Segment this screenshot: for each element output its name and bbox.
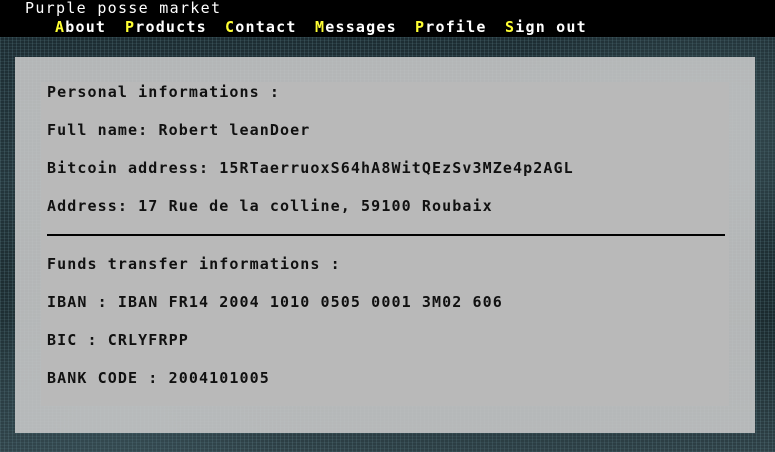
nav-contact[interactable]: Contact	[225, 18, 297, 36]
personal-info-heading: Personal informations :	[47, 83, 281, 101]
nav-about-label: bout	[65, 18, 107, 36]
iban: IBAN : IBAN FR14 2004 1010 0505 0001 3M0…	[47, 293, 503, 311]
nav-profile-label: rofile	[425, 18, 487, 36]
nav-products-label: roducts	[135, 18, 207, 36]
nav-messages-initial: M	[315, 18, 326, 36]
nav-sign-out[interactable]: Sign out	[505, 18, 587, 36]
main-nav: About Products Contact Messages Profile …	[0, 18, 775, 36]
section-divider	[47, 234, 725, 236]
nav-sign-out-label: ign out	[515, 18, 587, 36]
nav-contact-initial: C	[225, 18, 236, 36]
nav-profile[interactable]: Profile	[415, 18, 487, 36]
top-bar: Purple posse market About Products Conta…	[0, 0, 775, 37]
nav-about[interactable]: About	[55, 18, 106, 36]
nav-products[interactable]: Products	[125, 18, 207, 36]
bitcoin-address: Bitcoin address: 15RTaerruoxS64hA8WitQEz…	[47, 159, 574, 177]
nav-profile-initial: P	[415, 18, 426, 36]
nav-contact-label: ontact	[235, 18, 297, 36]
nav-about-initial: A	[55, 18, 66, 36]
nav-products-initial: P	[125, 18, 136, 36]
postal-address: Address: 17 Rue de la colline, 59100 Rou…	[47, 197, 493, 215]
nav-messages-label: essages	[325, 18, 397, 36]
nav-messages[interactable]: Messages	[315, 18, 397, 36]
nav-sign-out-initial: S	[505, 18, 516, 36]
funds-info-heading: Funds transfer informations :	[47, 255, 341, 273]
bic: BIC : CRLYFRPP	[47, 331, 189, 349]
bank-code: BANK CODE : 2004101005	[47, 369, 270, 387]
full-name: Full name: Robert leanDoer	[47, 121, 311, 139]
site-title: Purple posse market	[25, 0, 222, 17]
